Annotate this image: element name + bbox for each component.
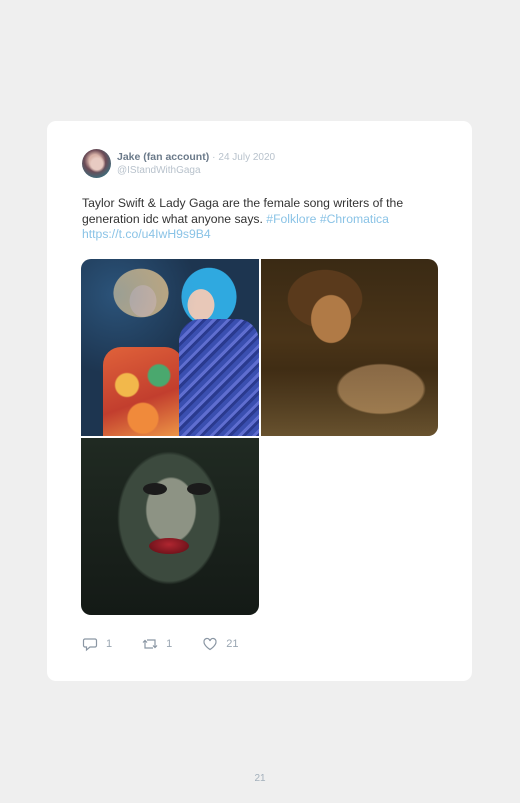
photo-2-light bbox=[261, 369, 438, 436]
page: Jake (fan account) · 24 July 2020 @IStan… bbox=[0, 0, 520, 803]
reply-button[interactable]: 1 bbox=[82, 636, 112, 652]
tweet-link[interactable]: https://t.co/u4IwH9s9B4 bbox=[82, 227, 211, 241]
like-count: 21 bbox=[226, 638, 239, 650]
media-photo-3[interactable] bbox=[81, 438, 259, 615]
tweet-card: Jake (fan account) · 24 July 2020 @IStan… bbox=[47, 121, 472, 681]
media-grid bbox=[81, 259, 438, 615]
author-handle[interactable]: @IStandWithGaga bbox=[117, 164, 275, 177]
photo-1-figure-left bbox=[103, 347, 183, 436]
tweet-text: Taylor Swift & Lady Gaga are the female … bbox=[82, 196, 452, 243]
retweet-button[interactable]: 1 bbox=[142, 636, 172, 652]
author-name[interactable]: Jake (fan account) bbox=[117, 151, 209, 163]
hashtag-folklore[interactable]: #Folklore bbox=[266, 212, 316, 226]
reply-count: 1 bbox=[106, 638, 113, 650]
page-number: 21 bbox=[254, 773, 266, 784]
tweet-date[interactable]: 24 July 2020 bbox=[218, 152, 275, 163]
retweet-icon bbox=[142, 639, 158, 649]
name-row: Jake (fan account) · 24 July 2020 bbox=[117, 151, 275, 164]
like-button[interactable]: 21 bbox=[202, 636, 239, 652]
photo-1-figure-right bbox=[179, 319, 259, 436]
retweet-count: 1 bbox=[166, 638, 173, 650]
photo-3-eye-left bbox=[143, 483, 167, 495]
tweet-actions: 1 1 21 bbox=[82, 636, 269, 652]
media-photo-2[interactable] bbox=[261, 259, 438, 436]
author-info: Jake (fan account) · 24 July 2020 @IStan… bbox=[117, 151, 275, 177]
avatar[interactable] bbox=[82, 149, 111, 178]
separator-dot: · bbox=[212, 151, 216, 163]
reply-icon bbox=[82, 638, 98, 652]
media-photo-1[interactable] bbox=[81, 259, 259, 436]
tweet-header: Jake (fan account) · 24 July 2020 @IStan… bbox=[82, 149, 275, 178]
photo-3-lips bbox=[149, 538, 189, 554]
photo-3-eye-right bbox=[187, 483, 211, 495]
hashtag-chromatica[interactable]: #Chromatica bbox=[320, 212, 389, 226]
heart-icon bbox=[203, 637, 217, 651]
